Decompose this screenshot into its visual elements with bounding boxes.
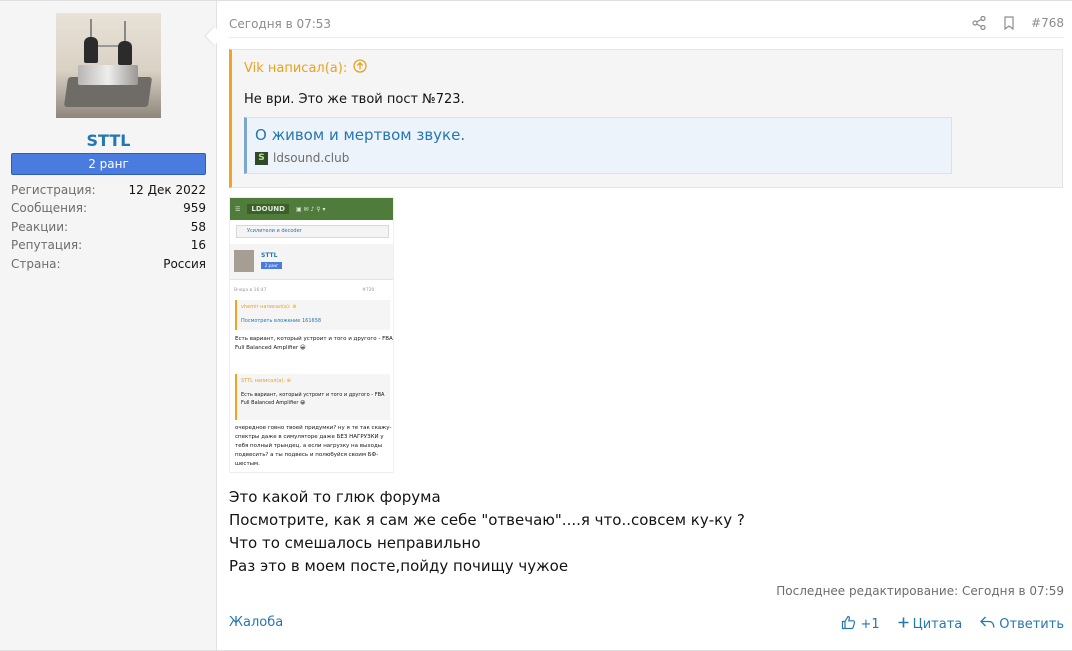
attached-screenshot[interactable]: ☰ LDOUND ▣ ✉ ♪ ⚲ ▾ Усилители и decoder S…	[229, 197, 394, 473]
quote-button[interactable]: Цитата	[898, 615, 963, 634]
stat-value: Россия	[163, 256, 206, 271]
screenshot-nav-icons: ▣ ✉ ♪ ⚲ ▾	[295, 205, 326, 213]
arrow-up-circle-icon[interactable]	[353, 59, 367, 77]
post-main: Сегодня в 07:53 #768 Vik написал(а): Не …	[218, 1, 1072, 650]
post-date-link[interactable]: Сегодня в 07:53	[229, 17, 331, 31]
quote-author-label: Vik написал(а):	[244, 60, 348, 76]
screenshot-username: STTL	[261, 252, 278, 259]
user-rank-banner: 2 ранг	[11, 153, 206, 175]
stat-value: 58	[190, 219, 206, 234]
last-edited-note: Последнее редактирование: Сегодня в 07:5…	[776, 584, 1064, 598]
stat-label: Регистрация:	[11, 183, 96, 197]
reply-icon	[980, 616, 995, 633]
screenshot-rank: 2 ранг	[261, 262, 282, 269]
screenshot-breadcrumb: Усилители и decoder	[236, 225, 389, 238]
link-preview-domain: S ldsound.club	[255, 151, 349, 165]
screenshot-text-2: очередное говно твоей придумки? ну я те …	[235, 425, 392, 467]
stat-label: Страна:	[11, 256, 61, 271]
body-line: Раз это в моем посте,пойду почищу чужое	[229, 557, 569, 575]
stat-value[interactable]: 959	[183, 199, 206, 217]
screenshot-date: Вчера в 16:47 #720	[234, 288, 375, 293]
user-cell: STTL 2 ранг Регистрация: 12 Дек 2022 Соо…	[0, 1, 217, 650]
post-number-link[interactable]: #768	[1031, 16, 1064, 30]
quote-label: Цитата	[912, 617, 963, 632]
share-icon[interactable]	[971, 15, 987, 31]
post-header-actions: #768	[971, 15, 1064, 31]
body-line: Посмотрите, как я сам же себе "отвечаю".…	[229, 511, 745, 529]
forum-post: STTL 2 ранг Регистрация: 12 Дек 2022 Соо…	[0, 0, 1072, 651]
avatar[interactable]	[56, 13, 161, 118]
screenshot-logo: LDOUND	[247, 204, 289, 214]
stat-label: Сообщения:	[11, 201, 88, 216]
stat-registration: Регистрация: 12 Дек 2022	[11, 181, 206, 199]
screenshot-text-1: Есть вариант, который устроит и того и д…	[235, 336, 393, 351]
stat-reputation: Репутация: 16	[11, 236, 206, 254]
bookmark-icon[interactable]	[1001, 15, 1017, 31]
screenshot-navbar: ☰ LDOUND ▣ ✉ ♪ ⚲ ▾	[230, 198, 393, 220]
screenshot-avatar	[234, 250, 254, 272]
stat-country: Страна: Россия	[11, 255, 206, 273]
stat-label: Репутация:	[11, 238, 83, 253]
screenshot-quote-1: vhemir написал(а): ⊕ Посмотреть вложение…	[235, 300, 390, 330]
link-preview[interactable]: О живом и мертвом звуке. S ldsound.club	[244, 117, 952, 174]
reply-label: Ответить	[999, 617, 1064, 632]
body-line: Это какой то глюк форума	[229, 488, 441, 506]
body-line: Что то смешалось неправильно	[229, 534, 481, 552]
menu-icon: ☰	[235, 205, 241, 213]
site-favicon-icon: S	[255, 151, 268, 165]
link-preview-title[interactable]: О живом и мертвом звуке.	[255, 126, 465, 144]
screenshot-user: STTL 2 ранг	[230, 244, 393, 280]
quote-block: Vik написал(а): Не ври. Это же твой пост…	[229, 49, 1063, 188]
post-body: Это какой то глюк форума Посмотрите, как…	[229, 486, 745, 578]
stat-label: Реакции:	[11, 219, 69, 234]
post-footer: Жалоба +1 Цитата Ответить	[229, 615, 1064, 635]
user-stats: Регистрация: 12 Дек 2022 Сообщения: 959 …	[11, 181, 206, 273]
post-header: Сегодня в 07:53 #768	[229, 14, 1064, 38]
username-link[interactable]: STTL	[0, 131, 217, 150]
stat-value: 12 Дек 2022	[128, 183, 206, 197]
stat-messages: Сообщения: 959	[11, 199, 206, 217]
quote-author[interactable]: Vik написал(а):	[244, 59, 367, 77]
thumbs-up-icon	[841, 615, 856, 634]
like-count: +1	[860, 617, 880, 632]
quote-text: Не ври. Это же твой пост №723.	[244, 92, 465, 107]
reply-button[interactable]: Ответить	[980, 615, 1064, 634]
screenshot-quote-2: STTL написал(а): ⊕ Есть вариант, который…	[235, 374, 390, 420]
stat-value: 16	[190, 238, 206, 253]
stat-reactions: Реакции: 58	[11, 218, 206, 236]
report-link[interactable]: Жалоба	[229, 615, 283, 630]
post-actions: +1 Цитата Ответить	[841, 615, 1064, 634]
domain-label: ldsound.club	[273, 151, 350, 165]
plus-icon	[898, 617, 909, 632]
like-button[interactable]: +1	[841, 615, 880, 634]
